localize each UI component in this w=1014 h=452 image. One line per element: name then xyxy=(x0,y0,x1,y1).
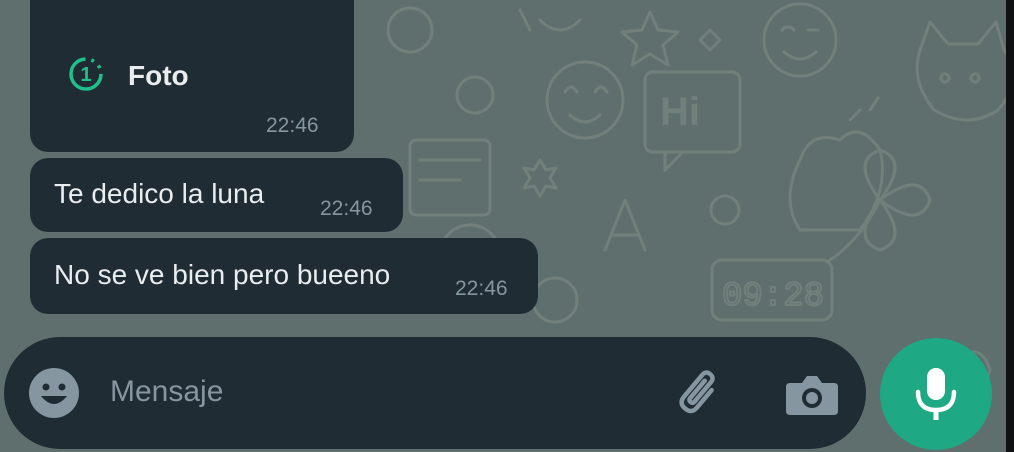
message-timestamp: 22:46 xyxy=(266,114,319,137)
message-text: Te dedico la luna xyxy=(54,178,265,209)
message-timestamp: 22:46 xyxy=(320,197,373,220)
right-edge-bar xyxy=(1006,0,1014,452)
mic-icon xyxy=(915,368,957,420)
message-bubble-text[interactable]: Te dedico la luna 22:46 xyxy=(30,158,403,232)
svg-text:Hi: Hi xyxy=(660,90,700,134)
svg-text:1: 1 xyxy=(80,64,91,86)
camera-icon[interactable] xyxy=(784,369,840,419)
emoji-icon[interactable] xyxy=(28,367,80,419)
message-bubble-text[interactable]: No se ve bien pero bueeno 22:46 xyxy=(30,238,538,314)
voice-message-button[interactable] xyxy=(880,338,992,450)
message-composer: Mensaje xyxy=(4,337,866,449)
message-bubble-photo[interactable]: 1 Foto 22:46 xyxy=(30,0,354,152)
photo-label: Foto xyxy=(128,60,189,91)
svg-text:09:28: 09:28 xyxy=(722,278,824,316)
paperclip-icon[interactable] xyxy=(674,367,730,423)
view-once-icon: 1 xyxy=(69,57,103,91)
message-timestamp: 22:46 xyxy=(455,277,508,300)
message-input[interactable]: Mensaje xyxy=(110,375,223,409)
message-text: No se ve bien pero bueeno xyxy=(54,259,391,290)
